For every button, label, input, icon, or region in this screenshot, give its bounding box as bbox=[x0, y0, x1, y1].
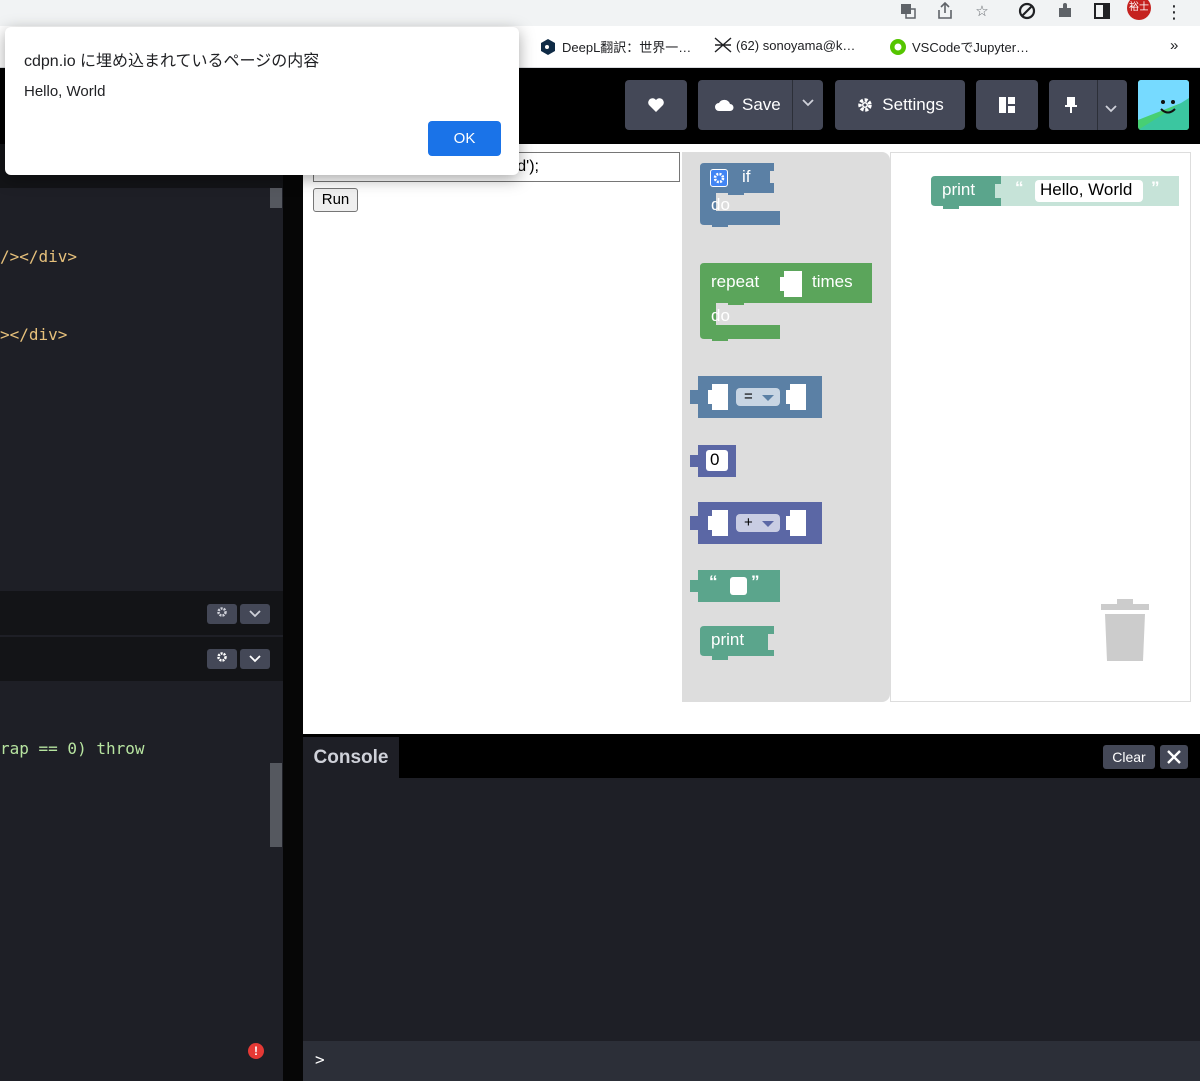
preview-frame: d'); Run if do repeat times do = 0 + “ ”… bbox=[303, 144, 1200, 734]
console-output bbox=[303, 778, 1200, 1041]
error-badge-icon[interactable]: ! bbox=[248, 1043, 264, 1059]
code-line: /></div> bbox=[0, 247, 78, 266]
heart-icon bbox=[648, 98, 664, 112]
blockly-workspace[interactable]: print “ Hello, World ” bbox=[890, 152, 1191, 702]
alert-ok-button[interactable]: OK bbox=[428, 121, 501, 156]
repeat-do-label: do bbox=[711, 306, 730, 325]
number-block[interactable]: 0 bbox=[690, 445, 736, 477]
repeat-label: repeat bbox=[711, 272, 760, 291]
gear-icon bbox=[217, 607, 227, 617]
editor-column: /></div> ></div> rap == 0) throw ! bbox=[0, 144, 283, 1081]
love-button[interactable] bbox=[625, 80, 687, 130]
pin-button[interactable] bbox=[1049, 80, 1127, 130]
quote-open-icon: “ bbox=[1015, 178, 1024, 197]
if-label: if bbox=[742, 167, 751, 186]
gear-icon bbox=[858, 98, 873, 112]
trash-can-icon[interactable] bbox=[1099, 599, 1151, 663]
arithmetic-block[interactable]: + bbox=[690, 502, 822, 544]
close-icon bbox=[1167, 750, 1181, 764]
workspace-print-block[interactable]: print “ Hello, World ” bbox=[931, 176, 1181, 210]
code-line: rap == 0) throw bbox=[0, 739, 145, 758]
chevron-down-icon bbox=[249, 655, 261, 663]
quote-open-icon: “ bbox=[709, 572, 718, 591]
compare-block[interactable]: = bbox=[690, 376, 822, 418]
side-panel-icon[interactable] bbox=[1092, 2, 1112, 22]
alert-message: Hello, World bbox=[24, 83, 106, 100]
console-tab[interactable]: Console bbox=[303, 737, 399, 778]
share-icon[interactable] bbox=[935, 1, 955, 22]
html-editor[interactable]: /></div> ></div> bbox=[0, 188, 283, 591]
js-settings-button[interactable] bbox=[207, 649, 237, 669]
alert-dialog: cdpn.io に埋め込まれているページの内容 Hello, World OK bbox=[5, 27, 519, 175]
css-collapse-button[interactable] bbox=[240, 604, 270, 624]
settings-button[interactable]: Settings bbox=[835, 80, 965, 130]
arithmetic-operator[interactable]: + bbox=[744, 514, 753, 531]
gear-icon bbox=[217, 652, 227, 662]
extensions-puzzle-icon[interactable] bbox=[1055, 2, 1075, 22]
mutator-gear-icon[interactable] bbox=[710, 169, 728, 187]
code-line: ></div> bbox=[0, 325, 68, 344]
bookmark-star-icon[interactable]: ☆ bbox=[972, 2, 992, 22]
quote-close-icon: ” bbox=[1151, 178, 1160, 197]
if-block[interactable]: if do bbox=[700, 163, 782, 235]
qiita-icon bbox=[890, 38, 906, 55]
workspace-print-label: print bbox=[942, 180, 976, 199]
layout-icon bbox=[999, 97, 1015, 113]
quote-close-icon: ” bbox=[751, 572, 760, 591]
html-scrollbar[interactable] bbox=[270, 188, 282, 208]
pin-icon bbox=[1065, 97, 1077, 113]
cloud-icon bbox=[715, 99, 734, 111]
bookmark-deepl[interactable]: DeepL翻訳：世界一… bbox=[540, 37, 691, 56]
print-block[interactable]: print bbox=[700, 626, 774, 662]
console-input[interactable]: > bbox=[303, 1041, 1200, 1081]
console-close-button[interactable] bbox=[1160, 745, 1188, 769]
times-label: times bbox=[812, 272, 853, 291]
layout-button[interactable] bbox=[976, 80, 1038, 130]
browser-toolbar: ☆ 裕士 ⋮ bbox=[0, 0, 1200, 26]
save-button[interactable]: Save bbox=[698, 80, 823, 130]
network-icon bbox=[714, 37, 732, 53]
alert-title: cdpn.io に埋め込まれているページの内容 bbox=[24, 53, 320, 70]
js-panel-header bbox=[0, 637, 283, 681]
bookmark-twitter[interactable]: (62) sonoyama@k… bbox=[714, 37, 855, 53]
console-clear-button[interactable]: Clear bbox=[1103, 745, 1155, 769]
save-divider bbox=[792, 80, 793, 130]
user-avatar[interactable] bbox=[1138, 80, 1189, 130]
js-collapse-button[interactable] bbox=[240, 649, 270, 669]
js-scrollbar[interactable] bbox=[270, 763, 282, 847]
run-button[interactable]: Run bbox=[313, 188, 358, 212]
save-chevron-down-icon[interactable] bbox=[802, 96, 814, 110]
repeat-block[interactable]: repeat times do bbox=[700, 263, 872, 349]
block-extension-icon[interactable] bbox=[1017, 2, 1037, 22]
pin-chevron-down-icon[interactable] bbox=[1105, 98, 1117, 118]
kebab-menu-icon[interactable]: ⋮ bbox=[1164, 2, 1184, 22]
compare-operator[interactable]: = bbox=[744, 388, 753, 405]
workspace-string-value[interactable]: Hello, World bbox=[1040, 180, 1132, 200]
css-panel-header bbox=[0, 591, 283, 635]
profile-avatar[interactable]: 裕士 bbox=[1127, 0, 1151, 20]
bookmarks-overflow-icon[interactable]: » bbox=[1170, 37, 1178, 54]
chevron-down-icon bbox=[249, 610, 261, 618]
number-value[interactable]: 0 bbox=[710, 450, 719, 470]
console-header: Clear bbox=[303, 734, 1200, 778]
bookmark-vscode-jupyter[interactable]: VSCodeでJupyter… bbox=[890, 37, 1029, 56]
deepl-icon bbox=[540, 38, 556, 55]
js-editor[interactable]: rap == 0) throw ! bbox=[0, 681, 283, 1081]
pin-divider bbox=[1097, 80, 1098, 130]
blockly-flyout: if do repeat times do = 0 + “ ” print bbox=[682, 152, 890, 702]
editor-resizer[interactable] bbox=[283, 144, 303, 1081]
translate-icon[interactable] bbox=[898, 2, 918, 22]
print-label: print bbox=[711, 630, 745, 649]
do-label: do bbox=[711, 195, 730, 214]
css-settings-button[interactable] bbox=[207, 604, 237, 624]
text-block[interactable]: “ ” bbox=[690, 570, 780, 602]
